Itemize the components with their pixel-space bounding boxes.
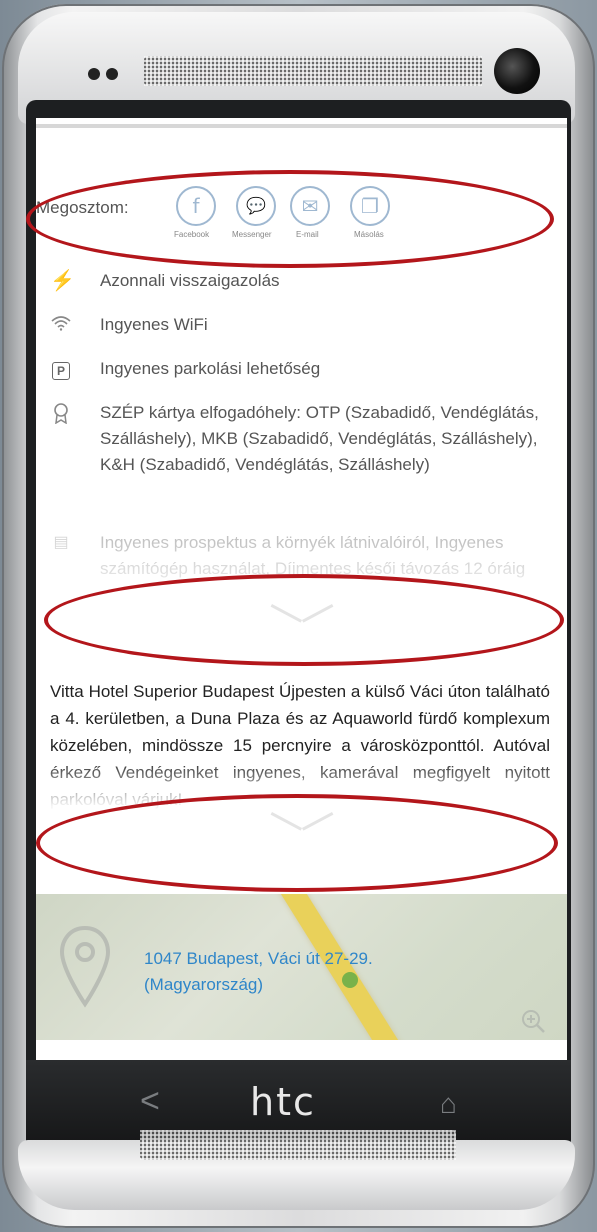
wifi-icon — [50, 314, 72, 336]
feature-text: Ingyenes WiFi — [100, 315, 208, 334]
zoom-in-icon[interactable] — [520, 1008, 546, 1034]
annotation-ellipse — [44, 574, 564, 666]
map-pin-icon — [59, 925, 111, 1008]
divider — [36, 124, 567, 128]
location-map[interactable]: 1047 Budapest, Váci út 27-29. (Magyarors… — [36, 894, 567, 1040]
home-icon[interactable]: ⌂ — [440, 1088, 457, 1120]
map-address-link[interactable]: 1047 Budapest, Váci út 27-29. (Magyarors… — [144, 946, 373, 998]
feature-text: Ingyenes parkolási lehetőség — [100, 359, 321, 378]
feature-text: Azonnali visszaigazolás — [100, 271, 280, 290]
back-icon[interactable]: < — [140, 1084, 160, 1118]
annotation-ellipse — [36, 794, 558, 892]
address-country: (Magyarország) — [144, 975, 264, 994]
brand-logo: htc — [250, 1080, 316, 1124]
annotation-ellipse — [26, 170, 554, 268]
bottom-speaker-grille — [140, 1130, 456, 1160]
parking-icon: P — [50, 358, 72, 380]
sensor-dots — [88, 68, 128, 82]
screen-bottom — [36, 1040, 567, 1062]
top-speaker-grille — [144, 56, 482, 86]
address-line: 1047 Budapest, Váci út 27-29. — [144, 949, 373, 968]
feature-text: SZÉP kártya elfogadóhely: OTP (Szabadidő… — [100, 403, 539, 474]
front-camera — [494, 48, 540, 94]
szep-card-icon — [50, 402, 72, 425]
lightning-icon: ⚡ — [50, 270, 75, 292]
